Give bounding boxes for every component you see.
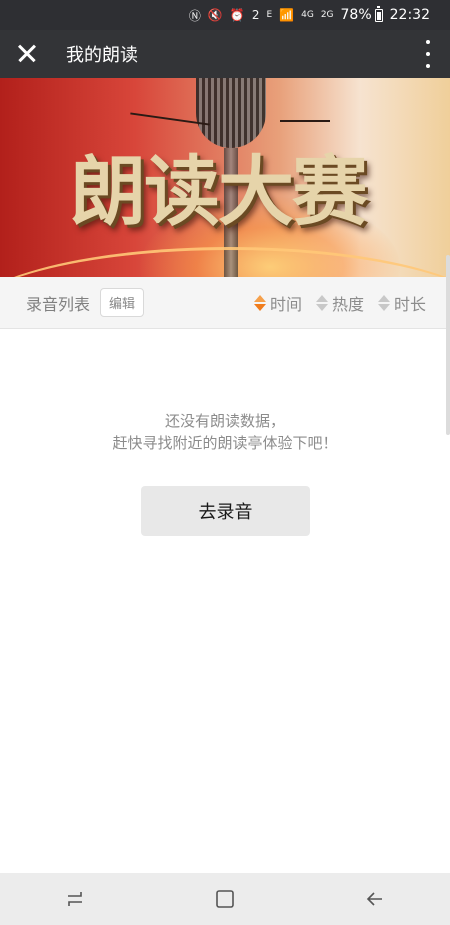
sort-up-icon [377, 295, 390, 302]
alarm-icon: ⏰ [229, 8, 245, 22]
more-vertical-icon [426, 40, 430, 44]
home-button[interactable] [195, 873, 255, 925]
sort-arrows-icon [377, 295, 390, 311]
battery-indicator: 78% [340, 5, 383, 23]
sort-popularity-label: 热度 [331, 295, 364, 314]
filter-bar: 录音列表 编辑 时间 热度 时长 [0, 277, 450, 329]
empty-line-2: 赶快寻找附近的朗读亭体验下吧！ [112, 434, 338, 452]
recording-list-label: 录音列表 [26, 294, 91, 314]
banner-title: 朗读大赛 [70, 147, 368, 236]
sort-options: 时间 热度 时长 [253, 277, 426, 329]
recent-apps-button[interactable] [45, 873, 105, 925]
sort-down-icon [315, 304, 328, 311]
notification-badge: 2 [251, 8, 260, 22]
system-nav-bar [0, 873, 450, 925]
sort-down-icon [377, 304, 390, 311]
close-button[interactable] [0, 30, 54, 78]
page-title: 我的朗读 [66, 45, 138, 66]
more-dot [426, 52, 430, 56]
go-record-button[interactable]: 去录音 [141, 486, 310, 536]
banner-decor-line [280, 120, 330, 122]
title-bar: 我的朗读 [0, 30, 450, 78]
back-icon [366, 892, 382, 906]
more-button[interactable] [424, 40, 432, 68]
status-time: 22:32 [389, 7, 430, 23]
edit-button[interactable]: 编辑 [100, 288, 145, 317]
signal-e-label: E [266, 10, 273, 20]
sort-by-popularity[interactable]: 热度 [315, 291, 364, 315]
sort-by-duration[interactable]: 时长 [377, 291, 426, 315]
recent-apps-icon [68, 892, 82, 906]
battery-icon [374, 5, 383, 22]
home-icon [216, 890, 234, 908]
sort-up-icon [315, 295, 328, 302]
signal-icon: 📶 [279, 8, 295, 22]
empty-state-message: 还没有朗读数据， 赶快寻找附近的朗读亭体验下吧！ [0, 410, 450, 454]
sort-by-time[interactable]: 时间 [253, 291, 302, 315]
sort-down-icon [253, 304, 266, 311]
sort-time-label: 时间 [269, 295, 302, 314]
nfc-icon: Ⓝ [188, 8, 201, 23]
sort-duration-label: 时长 [393, 295, 426, 314]
status-bar: Ⓝ 🔇 ⏰ 2 E 📶 4G 2G 78% 22:32 [0, 0, 450, 30]
more-dot [426, 64, 430, 68]
battery-percent: 78% [340, 7, 372, 23]
back-button[interactable] [345, 873, 405, 925]
empty-line-1: 还没有朗读数据， [164, 412, 285, 430]
contest-banner[interactable]: 朗读大赛 [0, 78, 450, 277]
sort-up-icon [253, 295, 266, 302]
network-4g-label: 4G [301, 10, 314, 20]
scrollbar[interactable] [446, 255, 450, 435]
sort-arrows-icon [253, 295, 266, 311]
sort-arrows-icon [315, 295, 328, 311]
mute-icon: 🔇 [207, 8, 223, 22]
network-2g-label: 2G [320, 10, 334, 20]
